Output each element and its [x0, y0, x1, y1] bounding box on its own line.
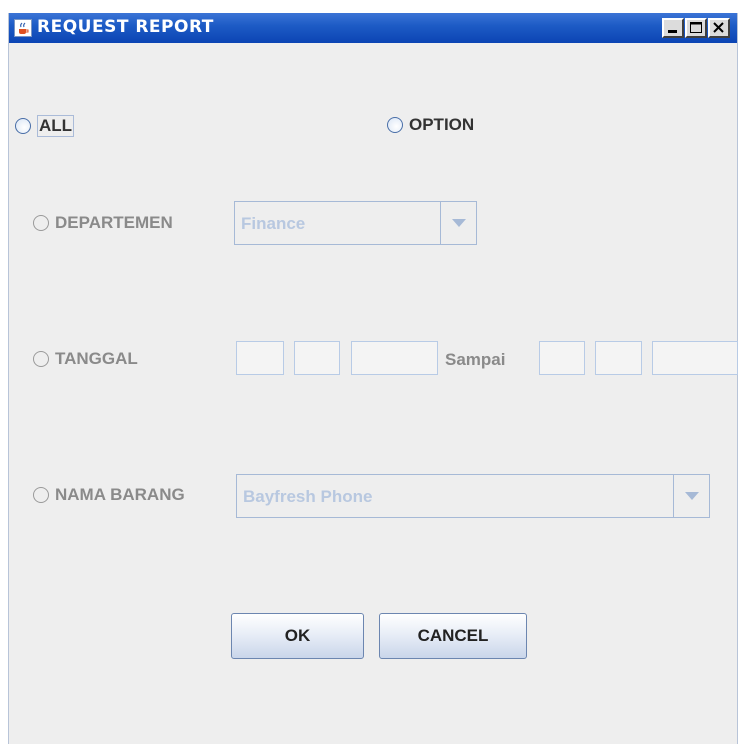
nama-barang-dropdown-button[interactable] — [673, 475, 709, 517]
request-report-window: REQUEST REPORT ALL OPTION DEPARTEMEN Fin… — [8, 13, 738, 744]
chevron-down-icon — [684, 492, 699, 500]
maximize-icon — [690, 22, 702, 33]
tanggal-to-month-field[interactable] — [595, 341, 642, 375]
nama-barang-selected-value: Bayfresh Phone — [243, 487, 373, 506]
tanggal-to-day-field[interactable] — [539, 341, 585, 375]
sampai-label: Sampai — [445, 350, 506, 369]
minimize-icon — [668, 30, 677, 33]
ok-button[interactable]: OK — [231, 613, 364, 659]
radio-option-indicator[interactable] — [387, 117, 403, 133]
departemen-dropdown-button[interactable] — [440, 202, 476, 244]
java-cup-icon — [14, 19, 32, 37]
radio-all[interactable]: ALL — [15, 115, 75, 137]
radio-all-label: ALL — [37, 115, 75, 137]
radio-option[interactable]: OPTION — [387, 115, 474, 135]
departemen-combo[interactable]: Finance — [234, 201, 477, 245]
radio-option-label: OPTION — [409, 115, 475, 134]
radio-departemen[interactable]: DEPARTEMEN — [33, 213, 173, 233]
nama-barang-combo[interactable]: Bayfresh Phone — [236, 474, 710, 518]
chevron-down-icon — [451, 219, 466, 227]
tanggal-to-year-field[interactable] — [652, 341, 738, 375]
radio-tanggal[interactable]: TANGGAL — [33, 349, 138, 369]
tanggal-from-month-field[interactable] — [294, 341, 340, 375]
maximize-button[interactable] — [685, 18, 707, 38]
tanggal-from-day-field[interactable] — [236, 341, 284, 375]
radio-tanggal-label: TANGGAL — [55, 349, 138, 368]
radio-departemen-indicator[interactable] — [33, 215, 49, 231]
radio-tanggal-indicator[interactable] — [33, 351, 49, 367]
cancel-button[interactable]: CANCEL — [379, 613, 527, 659]
window-title: REQUEST REPORT — [37, 17, 214, 37]
radio-nama-barang[interactable]: NAMA BARANG — [33, 485, 185, 505]
radio-all-indicator[interactable] — [15, 118, 31, 134]
radio-departemen-label: DEPARTEMEN — [55, 213, 173, 232]
minimize-button[interactable] — [662, 18, 684, 38]
close-button[interactable] — [708, 18, 730, 38]
departemen-selected-value: Finance — [241, 214, 306, 233]
close-icon — [713, 22, 724, 33]
tanggal-from-year-field[interactable] — [351, 341, 438, 375]
title-bar[interactable]: REQUEST REPORT — [9, 13, 737, 43]
radio-nama-barang-indicator[interactable] — [33, 487, 49, 503]
radio-nama-barang-label: NAMA BARANG — [55, 485, 185, 504]
